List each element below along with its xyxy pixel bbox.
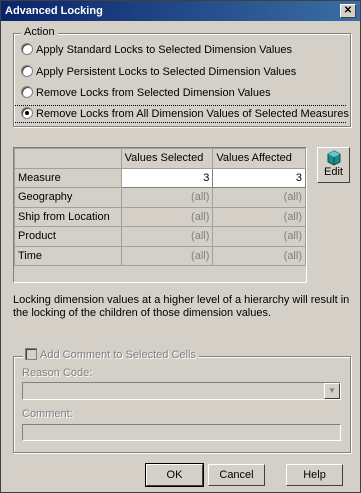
action-legend: Action bbox=[21, 26, 58, 38]
table-row: Geography (all) (all) bbox=[14, 187, 306, 208]
table-row: Time (all) (all) bbox=[14, 245, 306, 266]
comment-input[interactable] bbox=[22, 424, 341, 441]
radio-indicator[interactable] bbox=[21, 65, 33, 77]
radio-indicator[interactable] bbox=[21, 43, 33, 55]
cell-geography-selected[interactable]: (all) bbox=[120, 187, 214, 208]
comment-label: Comment: bbox=[22, 408, 73, 420]
edit-button[interactable]: Edit bbox=[317, 147, 350, 183]
edit-cube-icon bbox=[327, 150, 340, 166]
column-header-values-affected: Values Affected bbox=[212, 148, 306, 169]
radio-label: Remove Locks from All Dimension Values o… bbox=[36, 108, 349, 120]
cancel-button[interactable]: Cancel bbox=[208, 464, 265, 486]
add-comment-label: Add Comment to Selected Cells bbox=[40, 349, 196, 361]
title-bar[interactable]: Advanced Locking ✕ bbox=[1, 1, 360, 21]
grid-corner-cell bbox=[14, 148, 122, 169]
radio-indicator[interactable] bbox=[21, 86, 33, 98]
ok-button[interactable]: OK bbox=[145, 463, 204, 487]
checkbox-indicator[interactable] bbox=[25, 348, 37, 360]
cell-product-affected[interactable]: (all) bbox=[212, 226, 306, 247]
row-header-time: Time bbox=[14, 245, 122, 266]
row-header-measure: Measure bbox=[14, 167, 122, 188]
radio-indicator-selected[interactable] bbox=[21, 107, 33, 119]
radio-label: Apply Standard Locks to Selected Dimensi… bbox=[36, 44, 292, 56]
cell-ship-affected[interactable]: (all) bbox=[212, 206, 306, 227]
cell-measure-selected[interactable]: 3 bbox=[120, 167, 214, 188]
radio-label: Remove Locks from Selected Dimension Val… bbox=[36, 87, 271, 99]
info-text: Locking dimension values at a higher lev… bbox=[13, 294, 350, 319]
row-header-geography: Geography bbox=[14, 187, 122, 208]
grid-header-row: Values Selected Values Affected bbox=[14, 148, 306, 169]
window-title: Advanced Locking bbox=[5, 5, 103, 17]
cell-product-selected[interactable]: (all) bbox=[120, 226, 214, 247]
close-button[interactable]: ✕ bbox=[340, 4, 356, 18]
row-header-product: Product bbox=[14, 226, 122, 247]
radio-remove-locks-all[interactable]: Remove Locks from All Dimension Values o… bbox=[21, 106, 349, 122]
close-icon: ✕ bbox=[343, 5, 353, 16]
lock-values-grid: Values Selected Values Affected Measure … bbox=[13, 147, 307, 283]
focus-outline-bottom bbox=[15, 122, 346, 123]
cell-time-affected[interactable]: (all) bbox=[212, 245, 306, 266]
radio-label: Apply Persistent Locks to Selected Dimen… bbox=[36, 66, 297, 78]
table-row: Ship from Location (all) (all) bbox=[14, 206, 306, 227]
column-header-values-selected: Values Selected bbox=[120, 148, 214, 169]
radio-apply-standard-locks[interactable]: Apply Standard Locks to Selected Dimensi… bbox=[21, 42, 292, 58]
cell-time-selected[interactable]: (all) bbox=[120, 245, 214, 266]
row-header-ship-from-location: Ship from Location bbox=[14, 206, 122, 227]
table-row: Product (all) (all) bbox=[14, 226, 306, 247]
edit-button-label: Edit bbox=[324, 166, 343, 178]
help-button[interactable]: Help bbox=[286, 464, 343, 486]
reason-code-select[interactable]: ▼ bbox=[22, 382, 341, 400]
table-row: Measure 3 3 bbox=[14, 167, 306, 188]
cell-ship-selected[interactable]: (all) bbox=[120, 206, 214, 227]
add-comment-checkbox[interactable]: Add Comment to Selected Cells bbox=[23, 348, 199, 361]
radio-apply-persistent-locks[interactable]: Apply Persistent Locks to Selected Dimen… bbox=[21, 64, 296, 80]
reason-code-label: Reason Code: bbox=[22, 367, 93, 379]
cell-measure-affected[interactable]: 3 bbox=[212, 167, 306, 188]
chevron-down-icon[interactable]: ▼ bbox=[324, 383, 340, 399]
cell-geography-affected[interactable]: (all) bbox=[212, 187, 306, 208]
advanced-locking-dialog: Advanced Locking ✕ Action Apply Standard… bbox=[0, 0, 361, 493]
radio-remove-locks-selected[interactable]: Remove Locks from Selected Dimension Val… bbox=[21, 85, 271, 101]
